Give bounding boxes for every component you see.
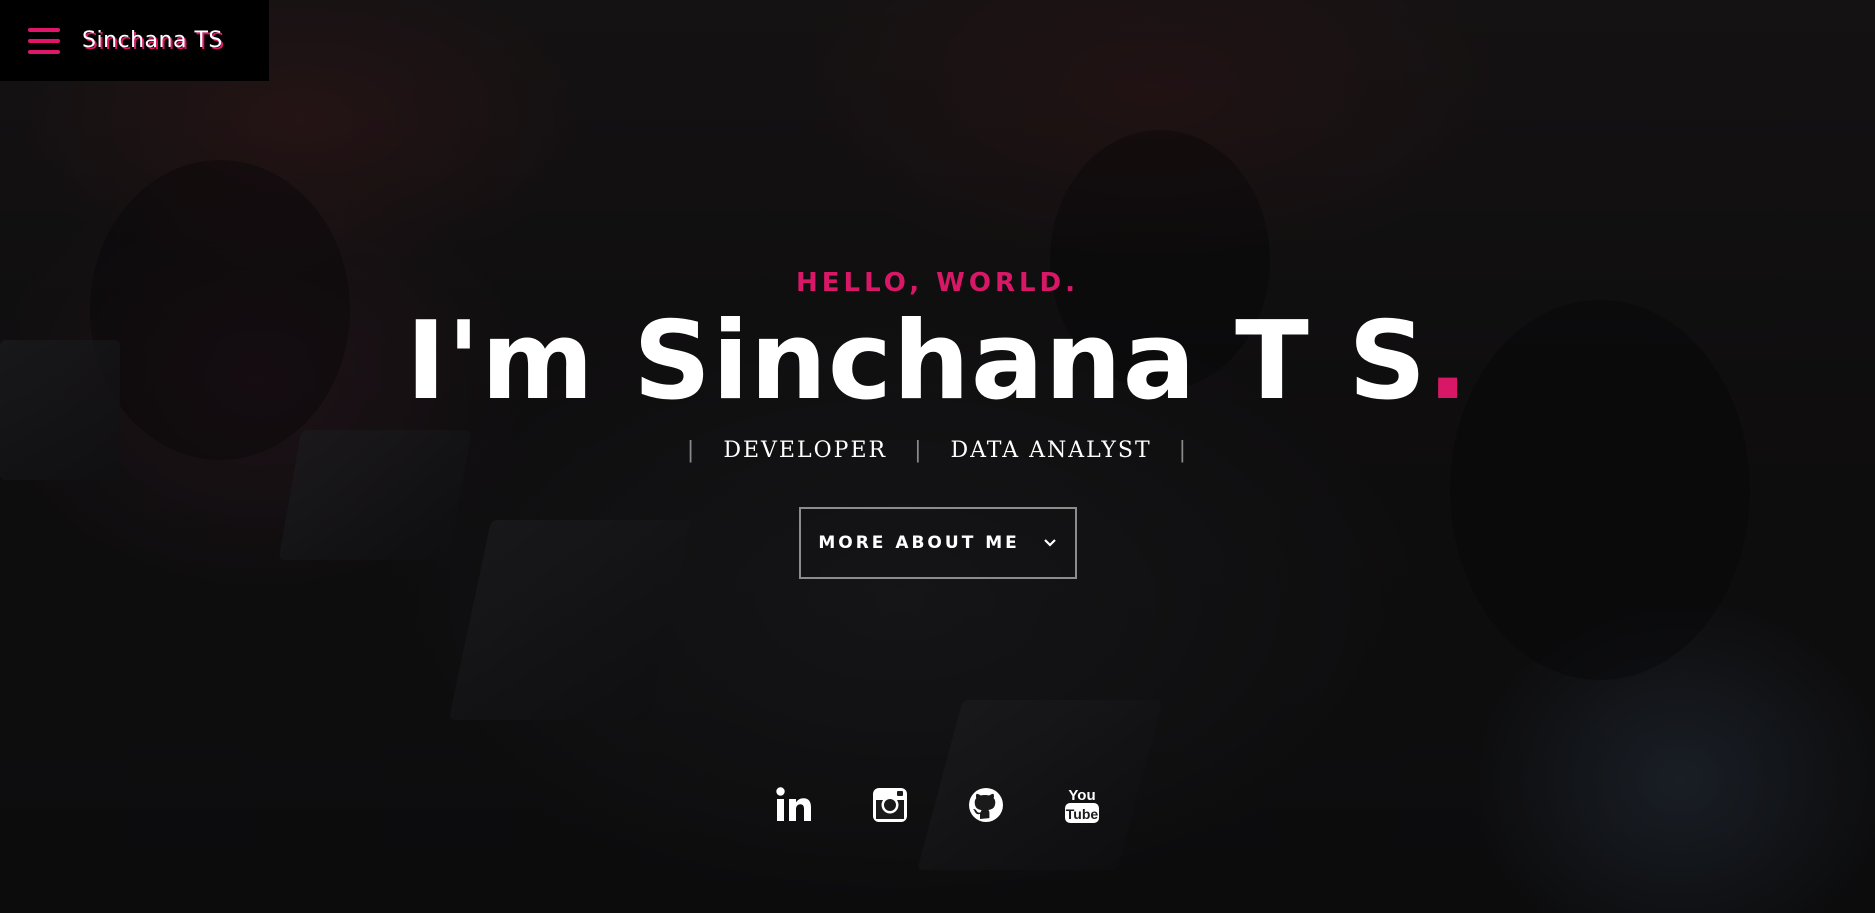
role-separator: | <box>914 438 924 463</box>
chevron-down-icon <box>1043 509 1057 577</box>
github-link[interactable] <box>967 785 1005 825</box>
greeting-text: HELLO, WORLD. <box>795 268 1080 298</box>
site-brand[interactable]: Sinchana TS <box>82 28 223 53</box>
top-bar: Sinchana TS <box>0 0 269 81</box>
roles-list: | DEVELOPER | DATA ANALYST | <box>0 438 1875 463</box>
role-separator: | <box>686 438 697 463</box>
hero-headline: I'm Sinchana T S. <box>0 308 1875 416</box>
instagram-icon <box>872 788 907 822</box>
youtube-text-top: You <box>1068 787 1095 804</box>
role-separator: | <box>1178 438 1189 463</box>
youtube-link[interactable]: You Tube <box>1063 785 1101 825</box>
github-icon <box>968 788 1003 822</box>
social-links: You Tube <box>0 785 1875 825</box>
hero-content: HELLO, WORLD. I'm Sinchana T S. | DEVELO… <box>0 268 1875 579</box>
role-developer: DEVELOPER <box>723 438 888 463</box>
hamburger-menu-icon[interactable] <box>28 27 60 54</box>
linkedin-link[interactable] <box>775 785 813 825</box>
instagram-link[interactable] <box>871 785 909 825</box>
role-data-analyst: DATA ANALYST <box>950 438 1152 463</box>
youtube-text-bottom: Tube <box>1065 806 1098 822</box>
youtube-icon: You Tube <box>1064 787 1099 823</box>
hero-section: Sinchana TS HELLO, WORLD. I'm Sinchana T… <box>0 0 1875 913</box>
headline-dot: . <box>1427 299 1470 424</box>
more-about-me-label: MORE ABOUT ME <box>818 533 1020 553</box>
more-about-me-button[interactable]: MORE ABOUT ME <box>798 507 1077 579</box>
linkedin-icon <box>775 787 811 821</box>
headline-text: I'm Sinchana T S <box>405 299 1428 424</box>
